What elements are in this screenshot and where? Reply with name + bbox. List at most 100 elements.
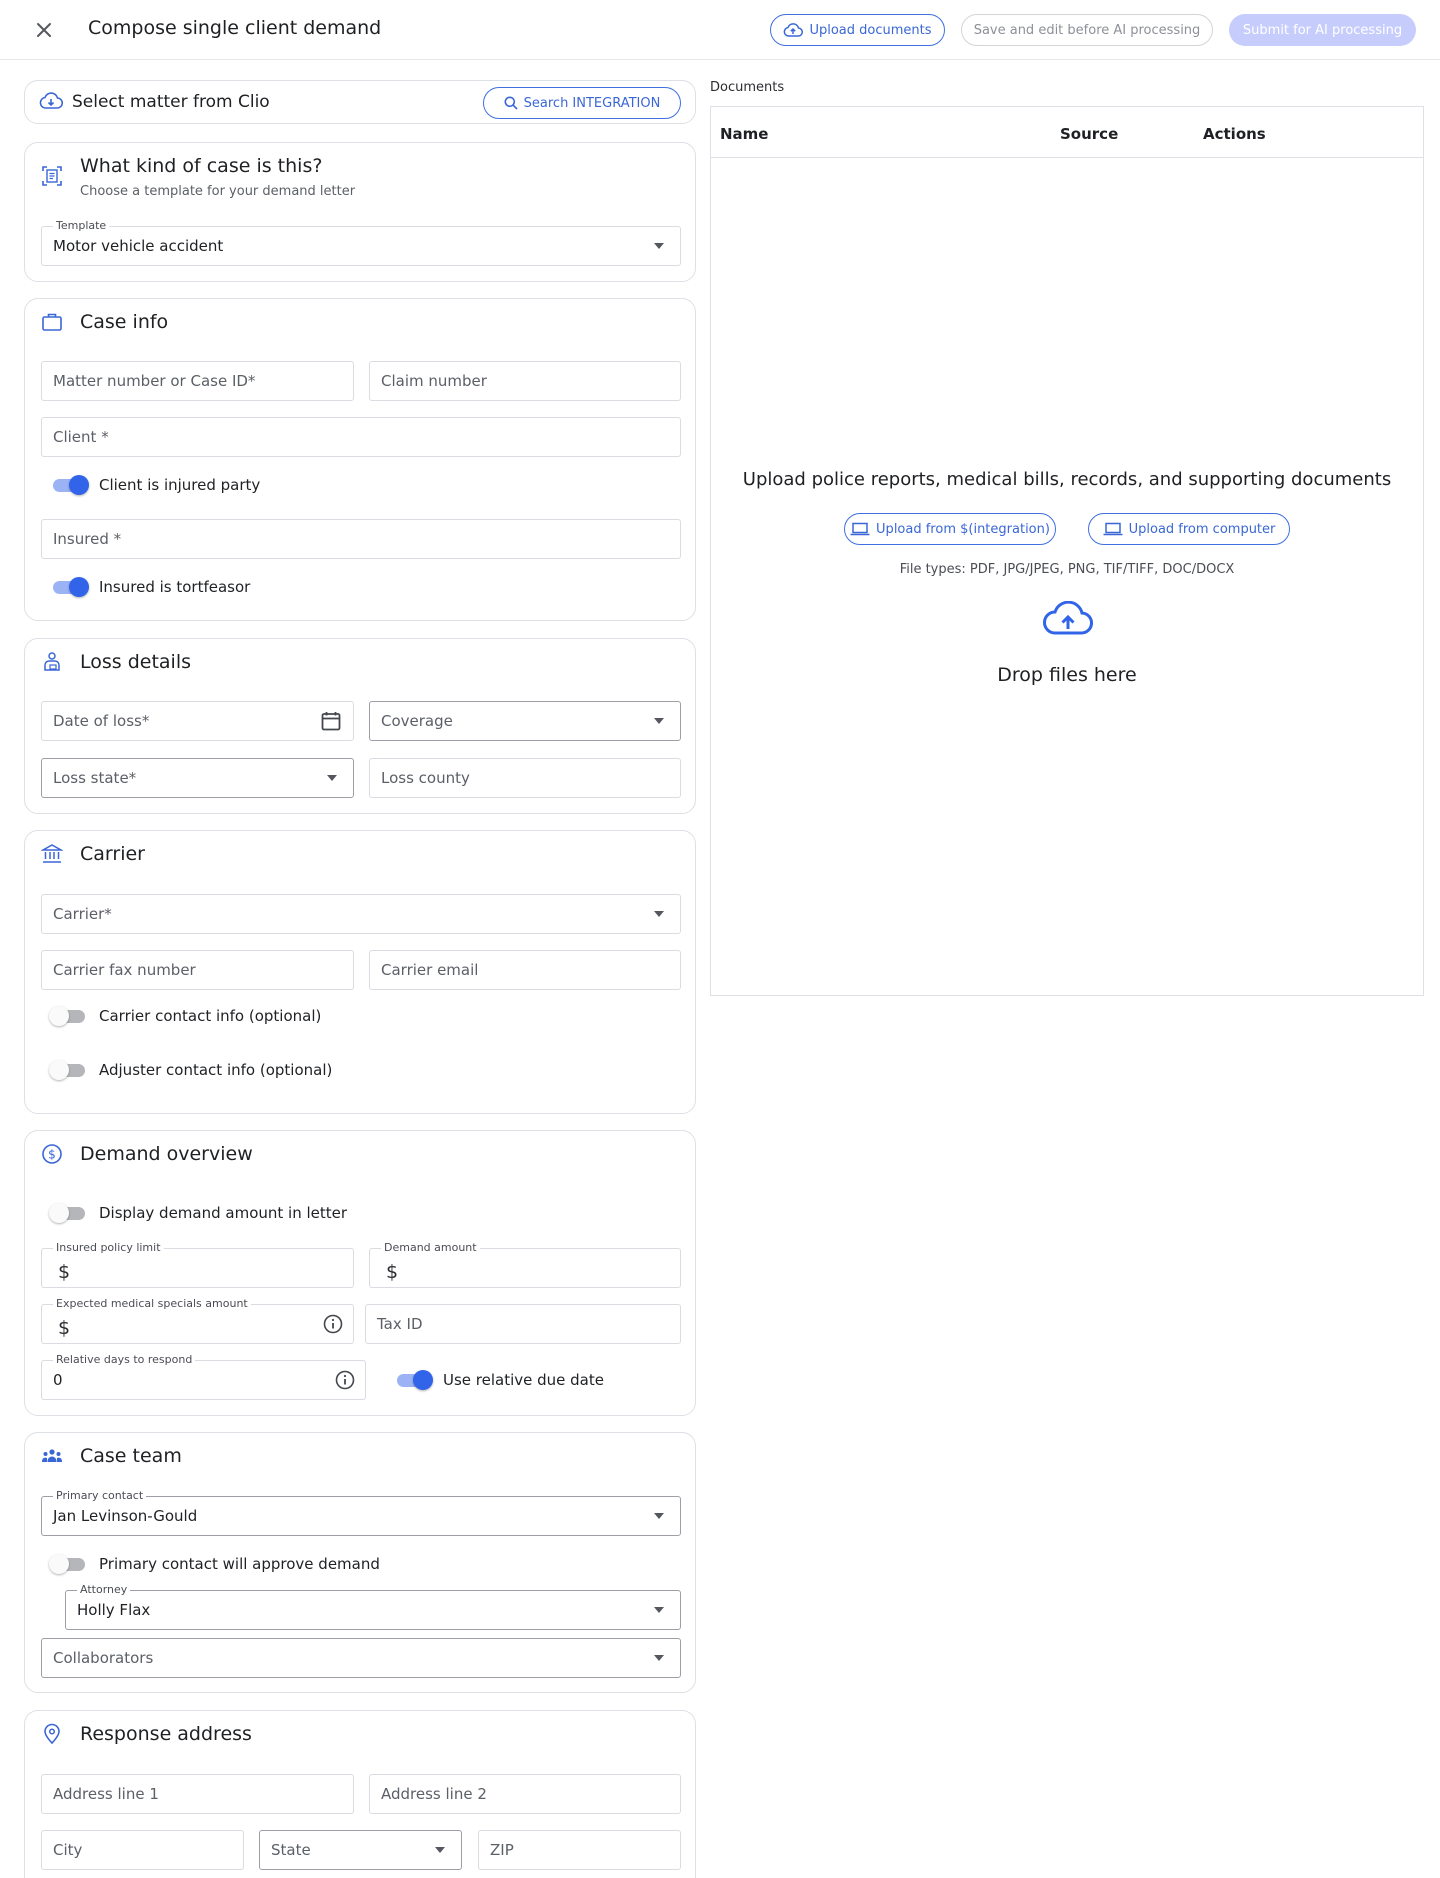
template-label: Template bbox=[53, 219, 110, 232]
upload-integration-label: Upload from $(integration) bbox=[876, 521, 1050, 537]
coverage-placeholder: Coverage bbox=[381, 712, 453, 730]
loss-county-input[interactable]: Loss county bbox=[369, 758, 681, 798]
carrier-email-input[interactable]: Carrier email bbox=[369, 950, 681, 990]
file-types-text: File types: PDF, JPG/JPEG, PNG, TIF/TIFF… bbox=[899, 562, 1235, 577]
policy-limit-label: Insured policy limit bbox=[53, 1241, 164, 1254]
address-line1-placeholder: Address line 1 bbox=[53, 1785, 159, 1803]
carrier-card: Carrier Carrier* Carrier fax number Carr… bbox=[24, 830, 696, 1114]
policy-limit-input[interactable]: Insured policy limit $ bbox=[41, 1241, 354, 1288]
info-icon[interactable] bbox=[323, 1314, 343, 1334]
medical-specials-label: Expected medical specials amount bbox=[53, 1297, 251, 1310]
demand-amount-input[interactable]: Demand amount $ bbox=[369, 1241, 681, 1288]
state-select[interactable]: State bbox=[259, 1830, 462, 1870]
team-icon bbox=[42, 1449, 62, 1462]
display-demand-toggle[interactable] bbox=[49, 1203, 87, 1223]
matter-number-input[interactable]: Matter number or Case ID* bbox=[41, 361, 354, 401]
drop-files-label: Drop files here bbox=[997, 664, 1137, 686]
upload-integration-button[interactable]: Upload from $(integration) bbox=[844, 513, 1056, 545]
primary-contact-value: Jan Levinson-Gould bbox=[53, 1507, 198, 1525]
tax-id-input[interactable]: Tax ID bbox=[365, 1304, 681, 1344]
carrier-contact-label: Carrier contact info (optional) bbox=[99, 1007, 322, 1025]
relative-days-label: Relative days to respond bbox=[53, 1353, 196, 1366]
tax-id-placeholder: Tax ID bbox=[377, 1315, 423, 1333]
case-info-card: Case info Matter number or Case ID* Clai… bbox=[24, 298, 696, 621]
collaborators-select[interactable]: Collaborators bbox=[41, 1638, 681, 1678]
currency-symbol: $ bbox=[386, 1261, 399, 1283]
attorney-value: Holly Flax bbox=[77, 1601, 151, 1619]
save-edit-button[interactable]: Save and edit before AI processing bbox=[961, 14, 1213, 46]
primary-approve-toggle[interactable] bbox=[49, 1554, 87, 1574]
case-type-card: What kind of case is this? Choose a temp… bbox=[24, 142, 696, 282]
attorney-select[interactable]: Attorney Holly Flax bbox=[65, 1583, 681, 1630]
documents-panel: Name Source Actions Upload police report… bbox=[710, 106, 1424, 996]
primary-approve-label: Primary contact will approve demand bbox=[99, 1555, 380, 1573]
cloud-upload-icon bbox=[1043, 601, 1093, 635]
search-icon bbox=[504, 96, 518, 110]
client-injured-label: Client is injured party bbox=[99, 476, 261, 494]
state-placeholder: State bbox=[271, 1841, 311, 1859]
column-name[interactable]: Name bbox=[720, 125, 768, 143]
loss-county-placeholder: Loss county bbox=[381, 769, 470, 787]
laptop-icon bbox=[1103, 522, 1123, 536]
insured-tortfeasor-label: Insured is tortfeasor bbox=[99, 578, 251, 596]
column-actions: Actions bbox=[1203, 125, 1266, 143]
submit-ai-button[interactable]: Submit for AI processing bbox=[1229, 14, 1416, 46]
attorney-label: Attorney bbox=[77, 1583, 131, 1596]
carrier-contact-toggle[interactable] bbox=[49, 1006, 87, 1026]
bank-icon bbox=[41, 844, 63, 863]
person-injury-icon bbox=[44, 652, 60, 671]
location-pin-icon bbox=[44, 1723, 60, 1745]
calendar-icon[interactable] bbox=[320, 710, 342, 732]
chevron-down-icon bbox=[654, 1607, 664, 1613]
page-title: Compose single client demand bbox=[88, 17, 382, 39]
carrier-fax-placeholder: Carrier fax number bbox=[53, 961, 196, 979]
loss-state-select[interactable]: Loss state* bbox=[41, 758, 354, 798]
chevron-down-icon bbox=[654, 718, 664, 724]
case-team-card: Case team Primary contact Jan Levinson-G… bbox=[24, 1432, 696, 1693]
response-address-card: Response address Address line 1 Address … bbox=[24, 1710, 696, 1878]
date-of-loss-input[interactable]: Date of loss* bbox=[41, 701, 354, 741]
case-team-title: Case team bbox=[80, 1445, 182, 1467]
dollar-circle-icon: $ bbox=[42, 1144, 62, 1164]
primary-contact-select[interactable]: Primary contact Jan Levinson-Gould bbox=[41, 1489, 681, 1536]
carrier-fax-input[interactable]: Carrier fax number bbox=[41, 950, 354, 990]
chevron-down-icon bbox=[435, 1847, 445, 1853]
case-info-title: Case info bbox=[80, 311, 169, 333]
address-line2-input[interactable]: Address line 2 bbox=[369, 1774, 681, 1814]
zip-input[interactable]: ZIP bbox=[478, 1830, 681, 1870]
medical-specials-input[interactable]: Expected medical specials amount $ bbox=[41, 1297, 354, 1344]
search-integration-button[interactable]: Search INTEGRATION bbox=[483, 87, 681, 119]
upload-documents-button[interactable]: Upload documents bbox=[770, 14, 945, 46]
column-source[interactable]: Source bbox=[1060, 125, 1118, 143]
city-input[interactable]: City bbox=[41, 1830, 244, 1870]
info-icon[interactable] bbox=[335, 1370, 355, 1390]
upload-computer-button[interactable]: Upload from computer bbox=[1088, 513, 1290, 545]
adjuster-contact-label: Adjuster contact info (optional) bbox=[99, 1061, 333, 1079]
cloud-download-icon bbox=[39, 92, 63, 109]
chevron-down-icon bbox=[654, 1513, 664, 1519]
client-input[interactable]: Client * bbox=[41, 417, 681, 457]
close-icon[interactable] bbox=[30, 16, 58, 44]
insured-input[interactable]: Insured * bbox=[41, 519, 681, 559]
demand-overview-title: Demand overview bbox=[80, 1143, 253, 1165]
clio-matter-card: Select matter from Clio Search INTEGRATI… bbox=[24, 80, 696, 124]
documents-label: Documents bbox=[710, 80, 785, 95]
insured-placeholder: Insured * bbox=[53, 530, 122, 548]
insured-tortfeasor-toggle[interactable] bbox=[51, 577, 89, 597]
relative-due-date-label: Use relative due date bbox=[443, 1371, 604, 1389]
save-edit-label: Save and edit before AI processing bbox=[973, 22, 1201, 38]
relative-due-date-toggle[interactable] bbox=[395, 1370, 433, 1390]
chevron-down-icon bbox=[654, 911, 664, 917]
demand-amount-label: Demand amount bbox=[381, 1241, 480, 1254]
address-line1-input[interactable]: Address line 1 bbox=[41, 1774, 354, 1814]
currency-symbol: $ bbox=[58, 1261, 71, 1283]
client-injured-toggle[interactable] bbox=[51, 475, 89, 495]
relative-days-value: 0 bbox=[53, 1371, 63, 1389]
claim-number-input[interactable]: Claim number bbox=[369, 361, 681, 401]
coverage-select[interactable]: Coverage bbox=[369, 701, 681, 741]
adjuster-contact-toggle[interactable] bbox=[49, 1060, 87, 1080]
template-select[interactable]: Template Motor vehicle accident bbox=[41, 219, 681, 266]
relative-days-input[interactable]: Relative days to respond 0 bbox=[41, 1353, 366, 1400]
client-placeholder: Client * bbox=[53, 428, 109, 446]
carrier-select[interactable]: Carrier* bbox=[41, 894, 681, 934]
